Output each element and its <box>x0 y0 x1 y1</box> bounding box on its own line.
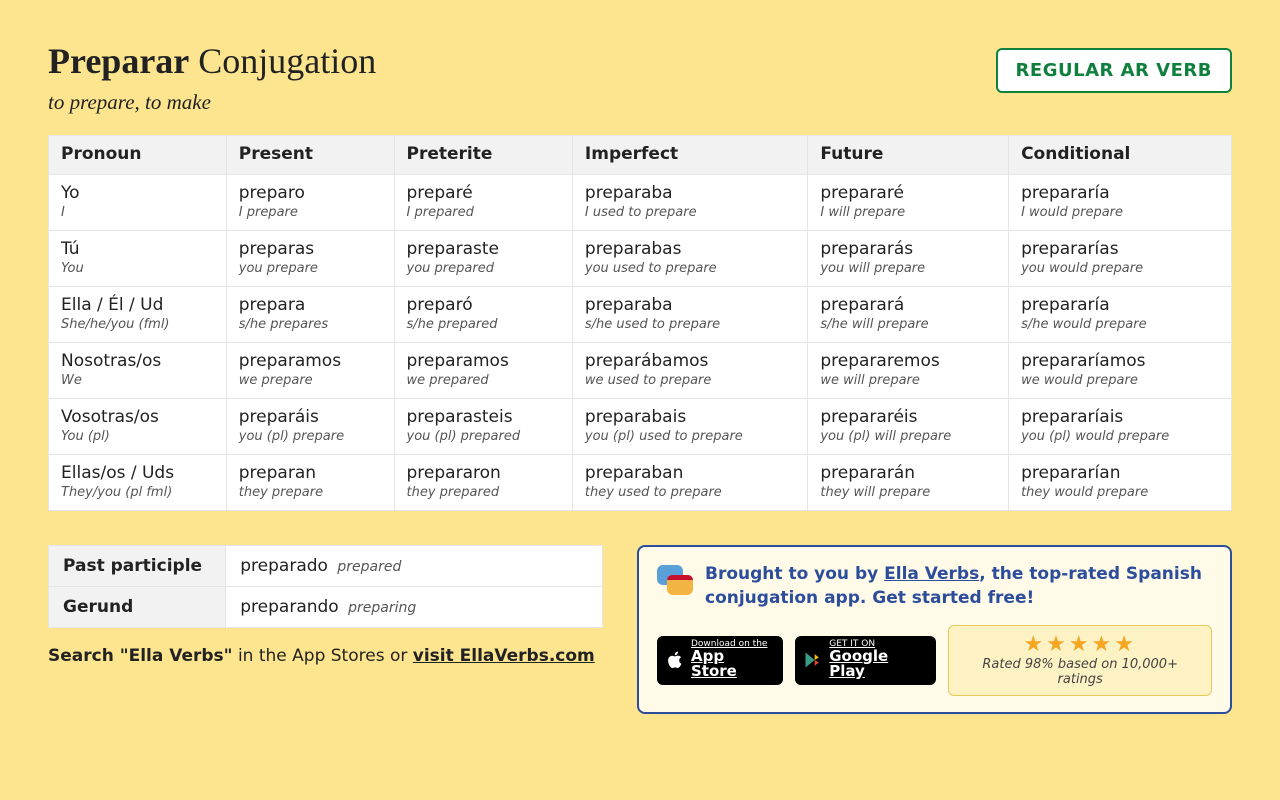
table-row: Ella / Él / UdShe/he/you (fml)preparas/h… <box>49 287 1232 343</box>
conjugation-cell: preparabasyou used to prepare <box>572 231 807 287</box>
conjugation-table: PronounPresentPreteriteImperfectFutureCo… <box>48 135 1232 511</box>
table-row: Nosotras/osWepreparamoswe prepareprepara… <box>49 343 1232 399</box>
promo-box: Brought to you by Ella Verbs, the top-ra… <box>637 545 1232 714</box>
google-play-button[interactable]: GET IT ON Google Play <box>795 636 936 685</box>
verb-type-badge: REGULAR AR VERB <box>996 48 1232 93</box>
conjugation-cell: prepararonthey prepared <box>394 455 572 511</box>
table-row: Vosotras/osYou (pl)preparáisyou (pl) pre… <box>49 399 1232 455</box>
conjugation-cell: prepararíasyou would prepare <box>1009 231 1232 287</box>
column-header: Conditional <box>1009 136 1232 175</box>
conjugation-cell: prepararéisyou (pl) will prepare <box>808 399 1009 455</box>
conjugation-cell: prepararíamoswe would prepare <box>1009 343 1232 399</box>
conjugation-cell: preparabas/he used to prepare <box>572 287 807 343</box>
conjugation-cell: preparanthey prepare <box>226 455 394 511</box>
participle-table: Past participle preparado prepared Gerun… <box>48 545 603 628</box>
table-row: Ellas/os / UdsThey/you (pl fml)preparant… <box>49 455 1232 511</box>
table-row: YoIpreparoI preparepreparéI preparedprep… <box>49 175 1232 231</box>
conjugation-cell: preparáisyou (pl) prepare <box>226 399 394 455</box>
pronoun-cell: YoI <box>49 175 227 231</box>
column-header: Pronoun <box>49 136 227 175</box>
column-header: Present <box>226 136 394 175</box>
conjugation-cell: prepararás/he will prepare <box>808 287 1009 343</box>
conjugation-cell: prepararánthey will prepare <box>808 455 1009 511</box>
ella-verbs-link[interactable]: Ella Verbs <box>884 564 979 584</box>
verb-name: Preparar <box>48 41 189 81</box>
conjugation-cell: preparas/he prepares <box>226 287 394 343</box>
google-play-icon <box>803 650 823 670</box>
past-participle-value: preparado prepared <box>226 546 603 587</box>
pronoun-cell: Ella / Él / UdShe/he/you (fml) <box>49 287 227 343</box>
app-icon <box>657 563 693 599</box>
visit-site-link[interactable]: visit EllaVerbs.com <box>413 646 595 666</box>
app-store-button[interactable]: Download on the App Store <box>657 636 783 685</box>
conjugation-cell: preparabanthey used to prepare <box>572 455 807 511</box>
promo-text: Brought to you by Ella Verbs, the top-ra… <box>705 563 1212 611</box>
conjugation-cell: preparábamoswe used to prepare <box>572 343 807 399</box>
conjugation-cell: preparamoswe prepare <box>226 343 394 399</box>
column-header: Preterite <box>394 136 572 175</box>
past-participle-label: Past participle <box>49 546 226 587</box>
conjugation-cell: prepararemoswe will prepare <box>808 343 1009 399</box>
column-header: Future <box>808 136 1009 175</box>
conjugation-cell: prepararíaI would prepare <box>1009 175 1232 231</box>
conjugation-label: Conjugation <box>198 41 376 81</box>
conjugation-cell: preparasteisyou (pl) prepared <box>394 399 572 455</box>
conjugation-cell: preparasteyou prepared <box>394 231 572 287</box>
conjugation-cell: preparamoswe prepared <box>394 343 572 399</box>
apple-icon <box>665 650 685 670</box>
conjugation-cell: prepararéI will prepare <box>808 175 1009 231</box>
conjugation-cell: preparasyou prepare <box>226 231 394 287</box>
verb-translation: to prepare, to make <box>48 90 376 115</box>
conjugation-cell: preparabaisyou (pl) used to prepare <box>572 399 807 455</box>
rating-text: Rated 98% based on 10,000+ ratings <box>963 657 1197 687</box>
conjugation-cell: prepararíaisyou (pl) would prepare <box>1009 399 1232 455</box>
title-block: Preparar Conjugation to prepare, to make <box>48 40 376 115</box>
page-title: Preparar Conjugation <box>48 40 376 82</box>
column-header: Imperfect <box>572 136 807 175</box>
conjugation-cell: preparós/he prepared <box>394 287 572 343</box>
gerund-value: preparando preparing <box>226 587 603 628</box>
conjugation-cell: prepararías/he would prepare <box>1009 287 1232 343</box>
conjugation-cell: prepararásyou will prepare <box>808 231 1009 287</box>
search-instruction: Search "Ella Verbs" in the App Stores or… <box>48 646 603 666</box>
pronoun-cell: TúYou <box>49 231 227 287</box>
conjugation-cell: preparéI prepared <box>394 175 572 231</box>
table-row: TúYoupreparasyou preparepreparasteyou pr… <box>49 231 1232 287</box>
conjugation-cell: preparoI prepare <box>226 175 394 231</box>
gerund-label: Gerund <box>49 587 226 628</box>
conjugation-cell: prepararíanthey would prepare <box>1009 455 1232 511</box>
pronoun-cell: Vosotras/osYou (pl) <box>49 399 227 455</box>
conjugation-cell: preparabaI used to prepare <box>572 175 807 231</box>
pronoun-cell: Ellas/os / UdsThey/you (pl fml) <box>49 455 227 511</box>
rating-box: ★★★★★ Rated 98% based on 10,000+ ratings <box>948 625 1212 696</box>
star-icons: ★★★★★ <box>963 632 1197 657</box>
pronoun-cell: Nosotras/osWe <box>49 343 227 399</box>
